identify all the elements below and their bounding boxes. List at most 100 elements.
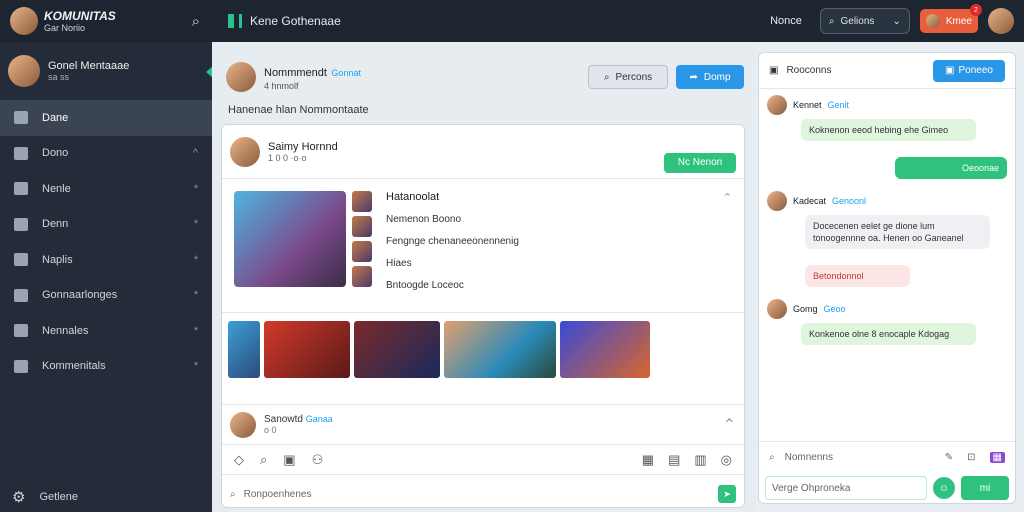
message-author[interactable]: Gomg (793, 304, 818, 314)
sidebar-item-label: Dono (42, 147, 69, 160)
emoji-button[interactable]: ☺ (933, 477, 955, 499)
chat-panel: ▣ Rooconns ▣ Poneeo Kennet Genit Koknenon e… (758, 52, 1016, 504)
message-bubble[interactable]: Konkenoe olne 8 enocaple Kdogag (801, 323, 976, 345)
chat-input[interactable]: Verge Ohproneka (765, 476, 927, 500)
send-button[interactable]: mi (961, 476, 1009, 500)
sidebar-item-5[interactable]: Gonnaarlonges * (0, 278, 212, 314)
sidebar-item-7[interactable]: Kommenitals * (0, 349, 212, 385)
verified-badge: Ganaa (305, 414, 333, 424)
sidebar-item-4[interactable]: Naplis * (0, 242, 212, 278)
settings-icon[interactable]: ◎ (721, 452, 732, 468)
sidebar-item-1[interactable]: Dono ^ (0, 136, 212, 172)
image-icon[interactable]: ▣ (283, 452, 295, 468)
message-author[interactable]: Kadecat (793, 196, 826, 206)
message-bubble[interactable]: Oeoonae (895, 157, 1007, 179)
message-author[interactable]: Kennet (793, 100, 822, 110)
users-icon[interactable]: ⚇ (312, 452, 324, 468)
app-icon[interactable]: ▦ (989, 452, 1005, 463)
search-icon[interactable]: ⌕ (260, 452, 267, 468)
author-meta: 4 hnmolf (264, 81, 299, 91)
gallery-image[interactable] (264, 321, 350, 378)
gallery-image[interactable] (444, 321, 556, 378)
sidebar-item-extra: * (193, 360, 198, 373)
sidebar-item-label: Naplis (42, 253, 73, 266)
comment-meta: o 0 (264, 425, 277, 435)
cta-label: Kmee (945, 15, 972, 27)
comment-input[interactable]: ⌕ Ronpoenhenes ➤ (222, 475, 744, 507)
message-avatar[interactable] (767, 95, 787, 115)
gallery-image[interactable] (228, 321, 260, 378)
header-cta-button[interactable]: Kmee 2 (919, 4, 982, 33)
header-search-label: Gelions (840, 15, 875, 27)
featured-image[interactable] (234, 191, 346, 287)
thumbnail[interactable] (352, 191, 372, 212)
author-name[interactable]: Nommmendt (264, 67, 327, 79)
chat-message: Oeoonae (759, 147, 1015, 185)
chevron-up-icon[interactable]: ⌃ (723, 191, 732, 300)
message-avatar[interactable] (767, 299, 787, 319)
image-gallery (222, 313, 744, 405)
search-icon[interactable]: ⌕ (769, 452, 775, 463)
primary-button[interactable]: ➦ Domp (676, 65, 744, 89)
main-feed: Nommmendt Gonnat 4 hnmolf ⌕ Percons ➦ Domp… (212, 42, 756, 512)
comment-author[interactable]: Sanowtd (264, 414, 303, 425)
author-avatar[interactable] (226, 62, 256, 92)
featured-line: Bntoogde Loceoc (386, 280, 464, 291)
pen-icon[interactable]: ✎ (945, 452, 953, 463)
chat-title: Rooconns (786, 65, 832, 76)
thumbnail[interactable] (352, 266, 372, 287)
app-logo[interactable]: KOMUNITAS Gar Noriio ⌕ (0, 0, 212, 42)
message-header: Kadecat Genoonl (767, 191, 1007, 211)
sidebar-item-label: Gonnaarlonges (42, 289, 118, 302)
comment-avatar[interactable] (230, 411, 256, 438)
header-search-dropdown[interactable]: ⌕ Gelions ⌄ (819, 8, 910, 34)
message-avatar[interactable] (767, 191, 787, 211)
secondary-button[interactable]: ⌕ Percons (588, 65, 668, 89)
search-icon (14, 217, 28, 231)
gallery-image[interactable] (560, 321, 650, 378)
gem-icon[interactable]: ◇ (234, 452, 244, 468)
search-icon[interactable]: ⌕ (192, 13, 200, 30)
sidebar-item-0[interactable]: Dane (0, 100, 212, 136)
gallery-image[interactable] (354, 321, 440, 378)
featured-line: Nemenon Boono (386, 214, 462, 225)
grid-icon (14, 182, 28, 196)
message-bubble[interactable]: Betondonnol (805, 265, 910, 287)
message-header: Gomg Geoo (767, 299, 1007, 319)
gallery-icon[interactable]: ▦ (642, 452, 654, 468)
featured-title[interactable]: Hatanoolat (386, 191, 717, 203)
nav-link[interactable]: Nonce (770, 15, 802, 27)
message-bubble[interactable]: Docecenen eelet ge dione lum tonoogennne… (805, 215, 990, 249)
chevron-up-icon[interactable]: ⌃ (723, 415, 736, 435)
post-author[interactable]: Saimy Hornnd (268, 141, 338, 153)
post-author-avatar[interactable] (230, 136, 260, 167)
profile-name: Gonel Mentaaae (48, 60, 130, 72)
notification-badge: 2 (970, 4, 982, 16)
post-meta: 1 0 0 ·o·o (268, 152, 307, 163)
chat-input-placeholder: Verge Ohproneka (772, 482, 851, 494)
sidebar-item-6[interactable]: Nennales * (0, 313, 212, 349)
bag-icon (14, 324, 28, 338)
chat-toolbar: ⌕ Nomnenns ✎ ⊡ ▦ (759, 441, 1015, 473)
message-bubble[interactable]: Koknenon eeod hebing ehe Gimeo (801, 119, 976, 141)
sidebar-profile[interactable]: Gonel Mentaaae sa ss (0, 42, 213, 100)
new-chat-button[interactable]: ▣ Poneeo (933, 59, 1005, 82)
sidebar-item-2[interactable]: Nenle * (0, 171, 212, 207)
post-card: Saimy Hornnd 1 0 0 ·o·o Nc Nenon Hatanoo… (221, 124, 745, 508)
verified-badge: Genoonl (832, 196, 867, 206)
sidebar-item-3[interactable]: Denn * (0, 207, 212, 243)
sidebar-item-extra: * (193, 324, 198, 337)
thumbnail[interactable] (352, 241, 372, 262)
send-button[interactable]: ➤ (718, 485, 736, 503)
grid-icon[interactable]: ▤ (668, 452, 680, 468)
user-avatar[interactable] (988, 8, 1014, 34)
post-toolbar: ◇ ⌕ ▣ ⚇ ▦ ▤ ▥ ◎ (222, 445, 744, 475)
sidebar-item-settings[interactable]: ⚙ Getlene (12, 488, 78, 506)
image-icon: ▣ (945, 65, 955, 76)
thumbnail[interactable] (352, 216, 372, 237)
post-action-button[interactable]: Nc Nenon (664, 152, 736, 173)
profile-avatar (8, 55, 40, 87)
chat-toolbar-label: Nomnenns (784, 452, 833, 463)
note-icon[interactable]: ▥ (694, 452, 706, 468)
edit-icon[interactable]: ⊡ (967, 452, 975, 463)
